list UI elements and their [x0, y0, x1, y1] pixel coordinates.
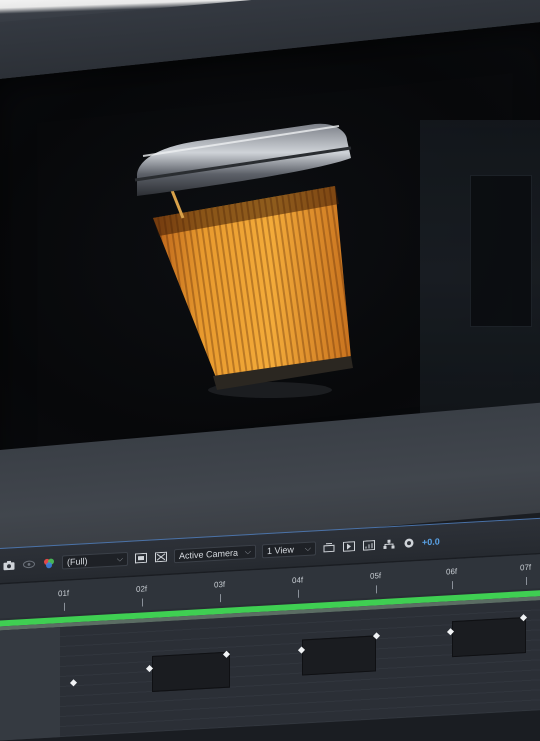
- coffee-cup-graphic: [134, 123, 353, 398]
- chevron-down-icon: ⌵: [244, 546, 251, 557]
- pixel-aspect-icon[interactable]: [322, 540, 336, 555]
- keyframe-span[interactable]: [302, 635, 376, 676]
- tick-mark: [376, 585, 377, 594]
- flowchart-icon[interactable]: [382, 537, 396, 552]
- tick-label: 05f: [370, 571, 382, 581]
- fast-preview-icon[interactable]: [342, 539, 356, 554]
- keyframe-span[interactable]: [152, 651, 230, 692]
- tick-label: 01f: [58, 588, 70, 599]
- view-layout-dropdown[interactable]: 1 View ⌵: [262, 541, 316, 559]
- rgb-channel-icon[interactable]: [42, 556, 56, 571]
- exposure-icon[interactable]: [402, 536, 416, 551]
- tick-label: 07f: [520, 562, 532, 573]
- region-of-interest-icon[interactable]: [134, 551, 148, 566]
- keyframe-span[interactable]: [452, 617, 526, 658]
- background-reflection: [420, 120, 540, 430]
- resolution-value: (Full): [67, 556, 88, 568]
- chevron-down-icon: ⌵: [116, 554, 123, 564]
- tick-mark: [452, 581, 453, 590]
- transparency-grid-icon[interactable]: [154, 550, 168, 565]
- layer-switches-column: [0, 627, 60, 741]
- tick-label: 04f: [292, 575, 304, 586]
- tick-label: 03f: [214, 579, 226, 590]
- timeline-panel: 01f 02f 03f 04f 05f 06f 07f: [0, 553, 540, 741]
- tick-mark: [526, 576, 527, 586]
- exposure-value[interactable]: +0.0: [422, 536, 440, 547]
- tick-mark: [64, 602, 65, 611]
- resolution-dropdown[interactable]: (Full) ⌵: [62, 551, 128, 570]
- cup-lid: [137, 123, 351, 196]
- camera-dropdown[interactable]: Active Camera ⌵: [174, 544, 256, 564]
- tick-label: 06f: [446, 566, 458, 577]
- eye-icon[interactable]: [22, 557, 36, 572]
- tick-label: 02f: [136, 584, 148, 594]
- tick-mark: [220, 594, 221, 603]
- tick-mark: [142, 598, 143, 607]
- camera-value: Active Camera: [179, 547, 239, 561]
- view-layout-value: 1 View: [267, 544, 294, 557]
- timeline-icon[interactable]: [362, 538, 376, 553]
- chevron-down-icon: ⌵: [304, 543, 311, 553]
- coffee-cup-layer[interactable]: [125, 118, 365, 408]
- camera-icon[interactable]: [2, 558, 16, 573]
- tick-mark: [298, 589, 299, 598]
